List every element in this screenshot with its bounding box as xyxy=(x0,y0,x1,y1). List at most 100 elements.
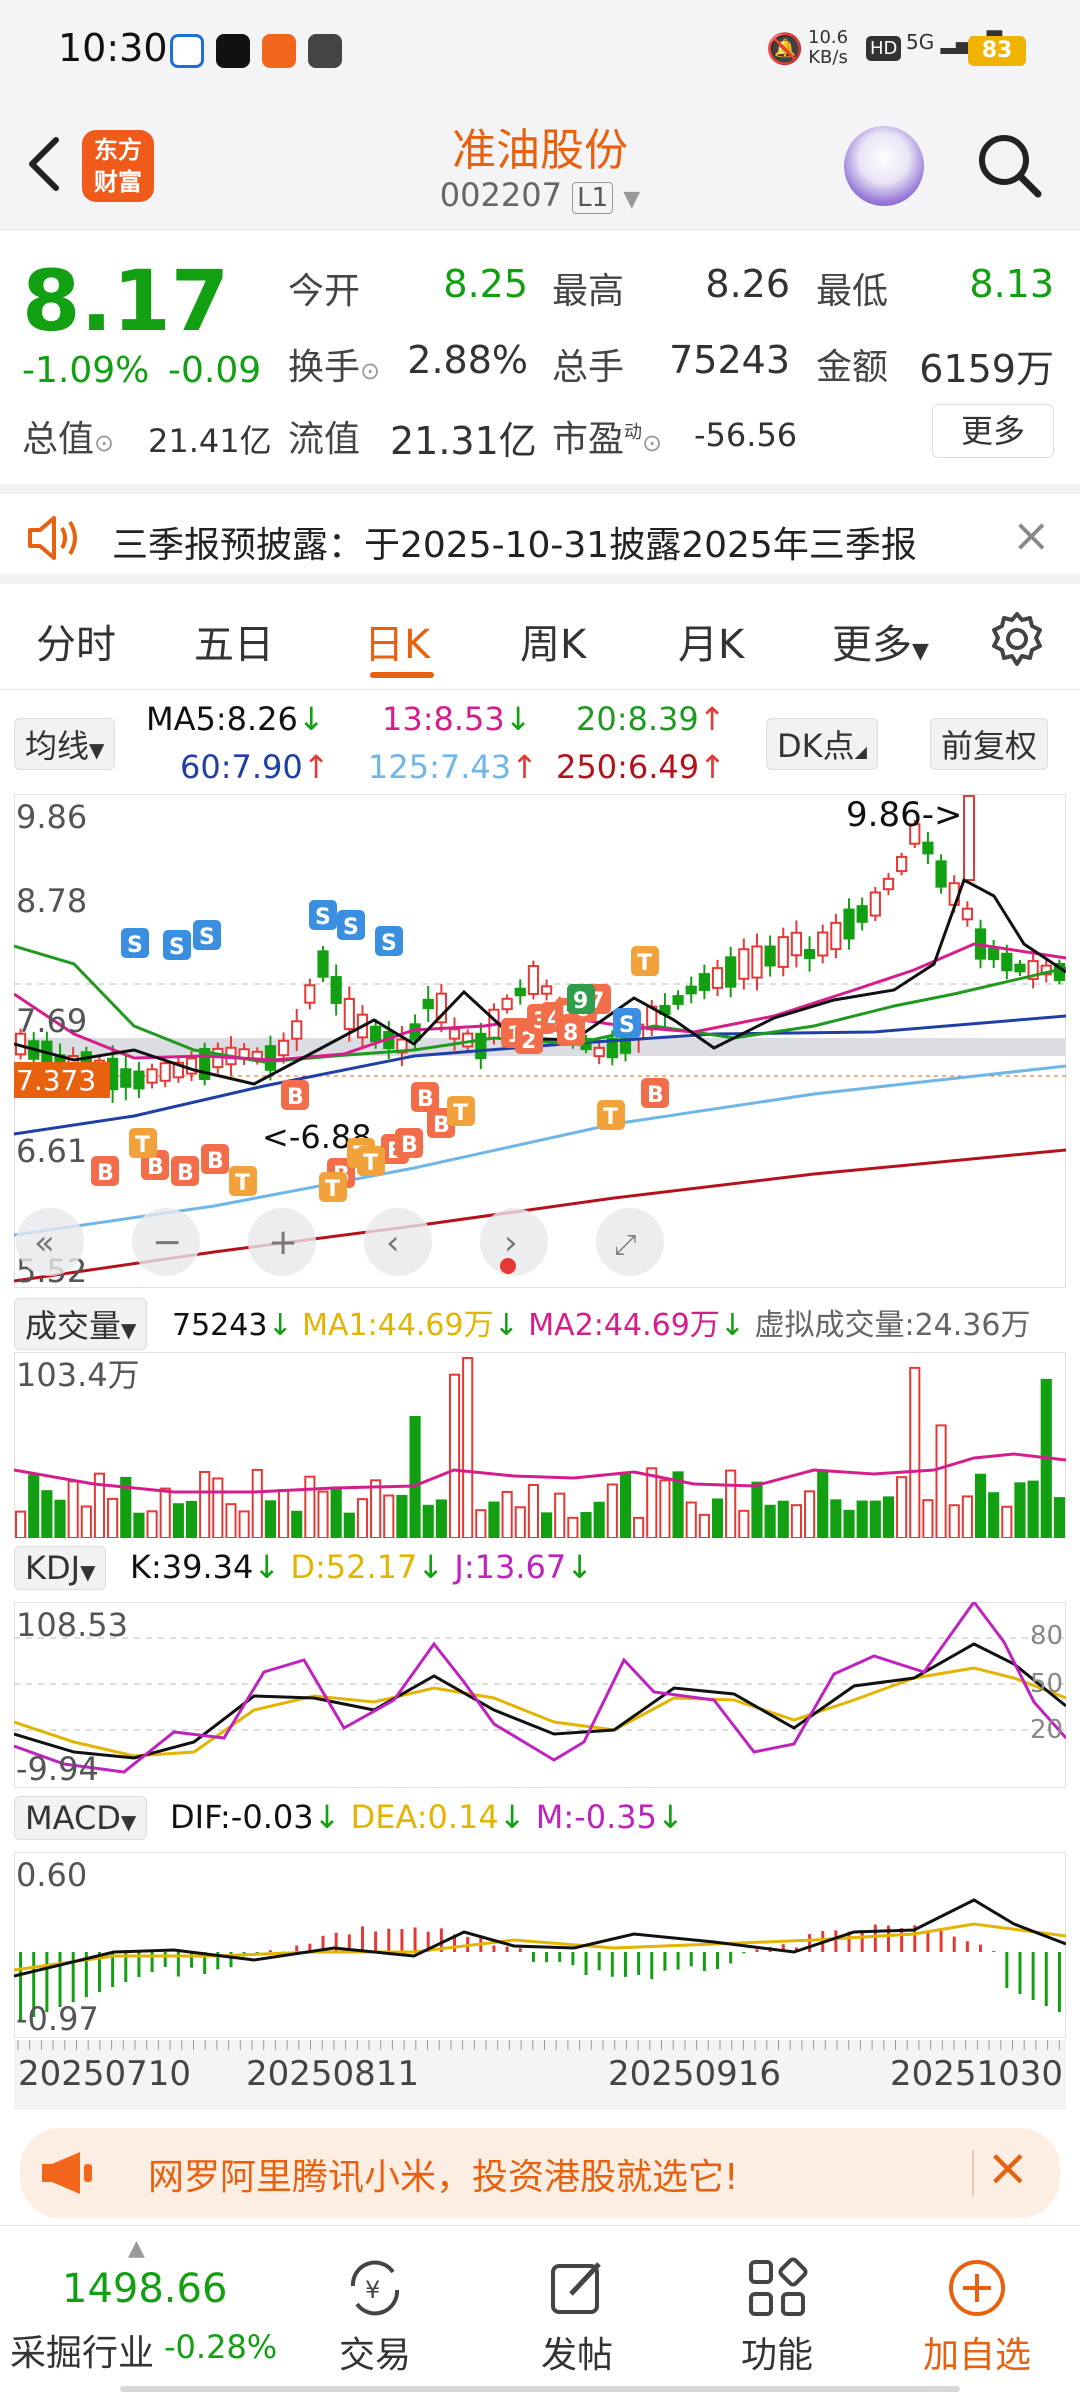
volume-bar xyxy=(133,1512,145,1538)
volume-bar xyxy=(330,1486,342,1538)
kline-chart[interactable]: 9.86 8.78 7.69 6.61 5.52 9.86-> <-6.88 7… xyxy=(14,794,1066,1288)
up-arrow-icon: ↑ xyxy=(511,748,538,786)
industry-index[interactable]: ▲ 1498.66 采掘行业 -0.28% xyxy=(10,2236,290,2386)
ma-selector-label: 均线 xyxy=(25,727,90,765)
volume-y-top: 103.4万 xyxy=(16,1356,140,1394)
svg-text:S: S xyxy=(315,905,331,930)
index-value: 1498.66 xyxy=(62,2266,228,2312)
dk-point-button[interactable]: DK点◢ xyxy=(766,718,878,770)
info-icon[interactable]: ⊙ xyxy=(642,429,662,457)
tab-five-day[interactable]: 五日 xyxy=(194,612,274,670)
trade-signal-T: T xyxy=(631,946,659,976)
candle xyxy=(659,993,671,1027)
macd-chart[interactable]: 0.60 -0.97 xyxy=(14,1852,1066,2038)
robot-assistant-icon[interactable] xyxy=(844,126,924,206)
trade-signal-S: S xyxy=(613,1008,641,1038)
macd-selector[interactable]: MACD▼ xyxy=(14,1796,148,1840)
volume-bar xyxy=(356,1498,369,1538)
macd-dif-line xyxy=(14,1898,1066,1978)
volume-bar xyxy=(698,1513,710,1538)
volume-bar xyxy=(291,1510,303,1538)
kline-y-top: 9.86 xyxy=(16,798,87,836)
candle xyxy=(120,1055,132,1101)
volume-bar xyxy=(1001,1505,1013,1538)
post-icon xyxy=(551,2262,601,2314)
ma60-value: 60:7.90 xyxy=(180,748,303,786)
tab-more-label: 更多 xyxy=(832,622,912,668)
volume-bar xyxy=(238,1510,250,1538)
volume-value: 75243 xyxy=(172,1308,268,1343)
candle xyxy=(672,990,684,1010)
volume-bar xyxy=(514,1506,526,1538)
volume-bar xyxy=(251,1468,263,1538)
ma-selector[interactable]: 均线▼ xyxy=(14,718,116,770)
close-icon[interactable]: × xyxy=(1012,508,1051,562)
ma60-legend: 60:7.90↑ xyxy=(180,748,330,786)
volume-bar xyxy=(935,1424,947,1538)
volume-bar xyxy=(41,1490,53,1538)
volume-bar xyxy=(922,1499,934,1538)
mcap-value: 21.41亿 xyxy=(148,422,272,460)
trade-signal-T: T xyxy=(597,1100,625,1130)
bottom-navigation: ▲ 1498.66 采掘行业 -0.28% ¥ 交易 发帖 功能 加自选 xyxy=(0,2225,1080,2400)
svg-text:T: T xyxy=(637,951,652,976)
divider xyxy=(972,2150,974,2196)
message-icon xyxy=(308,34,342,68)
volume-bar xyxy=(988,1492,1000,1538)
candle xyxy=(961,901,973,927)
notice-bar[interactable]: 三季报预披露：于2025-10-31披露2025年三季报 × xyxy=(0,484,1080,584)
date-ticks xyxy=(17,2040,1060,2050)
macd-legend: DIF:-0.03↓ DEA:0.14↓ M:-0.35↓ xyxy=(170,1798,684,1836)
volume-bar xyxy=(343,1512,355,1538)
volume-chart[interactable]: 103.4万 xyxy=(14,1352,1066,1538)
svg-text:B: B xyxy=(147,1155,164,1180)
candle xyxy=(935,854,947,894)
close-icon[interactable]: × xyxy=(986,2138,1030,2198)
svg-text:B: B xyxy=(97,1161,114,1186)
dk-point-label: DK点 xyxy=(777,727,855,765)
tab-daily-k[interactable]: 日K xyxy=(364,612,430,670)
volume-bar xyxy=(646,1467,658,1538)
candle xyxy=(146,1063,158,1089)
candle xyxy=(514,979,526,1005)
ad-banner[interactable]: 网罗阿里腾讯小米，投资港股就选它! × xyxy=(20,2128,1060,2218)
volume-bar xyxy=(804,1490,816,1538)
candle xyxy=(711,959,724,997)
svg-text:T: T xyxy=(363,1151,378,1176)
high-marker: 9.86-> xyxy=(846,795,962,835)
volume-selector[interactable]: 成交量▼ xyxy=(14,1298,148,1350)
tab-monthly-k[interactable]: 月K xyxy=(678,612,744,670)
tab-more[interactable]: 更多▼ xyxy=(832,612,929,670)
float-label: 流值 xyxy=(288,419,361,460)
kdj-y-bottom: -9.94 xyxy=(16,1750,99,1788)
volume-bar xyxy=(212,1477,224,1538)
status-time: 10:30 xyxy=(58,26,168,70)
tab-weekly-k[interactable]: 周K xyxy=(520,612,586,670)
macd-dea: DEA:0.14 xyxy=(350,1798,499,1836)
candle xyxy=(475,1022,487,1070)
settings-gear-icon[interactable] xyxy=(988,610,1046,668)
volume-label: 总手 xyxy=(552,347,625,388)
trade-signal-T: T xyxy=(447,1096,475,1126)
nav-function-label: 功能 xyxy=(740,2335,813,2376)
candle xyxy=(988,940,1000,968)
adjust-button[interactable]: 前复权 xyxy=(930,718,1049,770)
more-button[interactable]: 更多 xyxy=(932,404,1054,458)
svg-text:9: 9 xyxy=(573,989,588,1014)
volume-bar xyxy=(567,1516,579,1538)
ma13-legend: 13:8.53↓ xyxy=(382,700,532,738)
kdj-chart[interactable]: 108.53 -9.94 80 50 20 xyxy=(14,1602,1066,1788)
kdj-selector[interactable]: KDJ▼ xyxy=(14,1546,107,1590)
search-icon[interactable] xyxy=(974,130,1046,202)
trade-signal-B: B xyxy=(201,1144,229,1174)
tab-intraday[interactable]: 分时 xyxy=(36,612,116,670)
volume-bar xyxy=(15,1510,27,1538)
volume-bar xyxy=(711,1498,724,1538)
info-icon[interactable]: ⊙ xyxy=(360,357,380,385)
info-icon[interactable]: ⊙ xyxy=(94,429,114,457)
date-label-2: 20250811 xyxy=(246,2054,420,2094)
pe-label-text: 市盈 xyxy=(552,419,625,460)
volume-bar xyxy=(909,1366,921,1538)
volume-bar xyxy=(199,1470,211,1538)
date-label-4: 20251030 xyxy=(890,2054,1064,2094)
